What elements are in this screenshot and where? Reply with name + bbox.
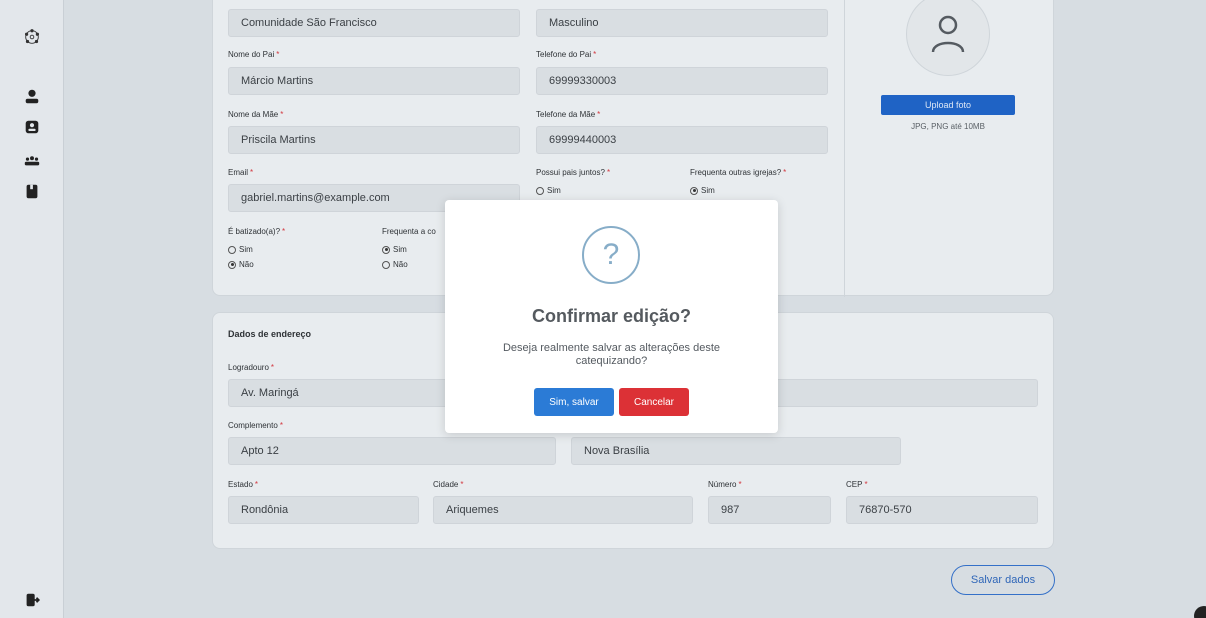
mother-name-label: Nome da Mãe * <box>228 110 284 119</box>
question-icon: ? <box>582 226 640 284</box>
father-name-field[interactable]: Márcio Martins <box>228 67 520 95</box>
frequents-nao-radio[interactable]: Não <box>382 260 408 269</box>
radio-button[interactable] <box>382 260 390 269</box>
users-group-icon[interactable] <box>22 150 42 170</box>
modal-text: Deseja realmente salvar as alterações de… <box>502 342 721 367</box>
confirm-edit-modal: ? Confirmar edição? Deseja realmente sal… <box>445 200 778 433</box>
radio-button-selected[interactable] <box>382 245 390 254</box>
upload-hint: JPG, PNG até 10MB <box>911 122 985 131</box>
father-phone-label: Telefone do Pai * <box>536 50 597 59</box>
cancel-button[interactable]: Cancelar <box>619 388 689 416</box>
parents-together-label: Possui pais juntos? * <box>536 168 611 177</box>
state-field[interactable]: Rondônia <box>228 496 419 524</box>
frequents-label: Frequenta a co <box>382 227 436 236</box>
community-field[interactable]: Comunidade São Francisco <box>228 9 520 37</box>
logo-icon[interactable] <box>22 27 42 47</box>
address-section-title: Dados de endereço <box>228 329 312 339</box>
baptized-label: É batizado(a)? * <box>228 227 286 236</box>
cep-field[interactable]: 76870-570 <box>846 496 1038 524</box>
logout-icon[interactable] <box>22 590 42 610</box>
cep-label: CEP * <box>846 480 868 489</box>
mother-name-field[interactable]: Priscila Martins <box>228 126 520 154</box>
save-data-button[interactable]: Salvar dados <box>951 565 1055 595</box>
sidebar <box>0 0 64 618</box>
city-label: Cidade * <box>433 480 464 489</box>
user-placeholder-icon <box>931 15 965 53</box>
number-label: Número * <box>708 480 742 489</box>
complement-field[interactable]: Apto 12 <box>228 437 556 465</box>
father-phone-field[interactable]: 69999330003 <box>536 67 828 95</box>
complement-label: Complemento * <box>228 421 283 430</box>
contact-card-icon[interactable] <box>22 117 42 137</box>
street-label: Logradouro * <box>228 363 275 372</box>
upload-photo-button[interactable]: Upload foto <box>881 95 1015 115</box>
frequents-sim-radio[interactable]: Sim <box>382 245 407 254</box>
other-churches-sim-radio[interactable]: Sim <box>690 186 715 195</box>
mother-phone-field[interactable]: 69999440003 <box>536 126 828 154</box>
other-churches-label: Frequenta outras igrejas? * <box>690 168 787 177</box>
email-label: Email * <box>228 168 254 177</box>
baptized-sim-radio[interactable]: Sim <box>228 245 253 254</box>
radio-button[interactable] <box>536 186 544 195</box>
gender-field[interactable]: Masculino <box>536 9 828 37</box>
father-name-label: Nome do Pai * <box>228 50 280 59</box>
confirm-save-button[interactable]: Sim, salvar <box>534 388 614 416</box>
modal-title: Confirmar edição? <box>531 306 692 326</box>
book-icon[interactable] <box>22 181 42 201</box>
city-field[interactable]: Ariquemes <box>433 496 693 524</box>
baptized-nao-radio[interactable]: Não <box>228 260 254 269</box>
neighborhood-field[interactable]: Nova Brasília <box>571 437 901 465</box>
radio-button-selected[interactable] <box>228 260 236 269</box>
radio-button[interactable] <box>228 245 236 254</box>
state-label: Estado * <box>228 480 259 489</box>
user-icon[interactable] <box>22 86 42 106</box>
number-field[interactable]: 987 <box>708 496 831 524</box>
radio-button-selected[interactable] <box>690 186 698 195</box>
mother-phone-label: Telefone da Mãe * <box>536 110 601 119</box>
parents-together-sim-radio[interactable]: Sim <box>536 186 561 195</box>
card-divider <box>844 0 845 297</box>
